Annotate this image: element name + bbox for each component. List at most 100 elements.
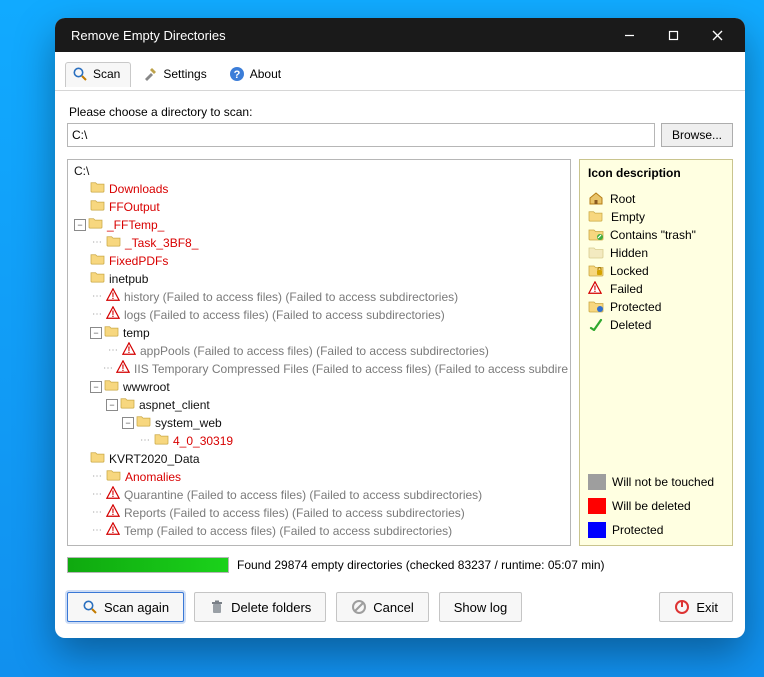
tree-row[interactable]: inetpub	[72, 270, 570, 288]
titlebar[interactable]: Remove Empty Directories	[55, 18, 745, 52]
tree-row[interactable]: − _FFTemp_	[72, 216, 570, 234]
tools-icon	[142, 66, 158, 82]
tree-label: appPools (Failed to access files) (Faile…	[140, 342, 489, 360]
tree-row[interactable]: − temp	[72, 324, 570, 342]
folder-icon	[106, 468, 123, 486]
tab-about[interactable]: ? About	[222, 62, 292, 87]
path-row: Browse...	[67, 123, 733, 147]
tree-label: FixedPDFs	[109, 252, 168, 270]
exit-icon	[674, 599, 690, 615]
tree-row[interactable]: ⋯!logs (Failed to access files) (Failed …	[72, 306, 570, 324]
tree-row[interactable]: −system_web	[72, 414, 570, 432]
fail-icon: !	[106, 504, 122, 523]
cancel-label: Cancel	[373, 600, 413, 615]
magnifier-icon	[82, 599, 98, 615]
svg-text:!: !	[128, 344, 131, 354]
legend-item-label: Protected	[610, 300, 661, 314]
tree-row[interactable]: ⋯_Task_3BF8_	[72, 234, 570, 252]
cancel-button[interactable]: Cancel	[336, 592, 428, 622]
tree-expander[interactable]: −	[74, 219, 86, 231]
fail-icon: !	[122, 342, 138, 361]
tab-settings[interactable]: Settings	[135, 62, 217, 87]
legend-item-hidden: Hidden	[588, 244, 724, 262]
color-swatch	[588, 474, 606, 490]
tree-row[interactable]: ⋯!Temp (Failed to access files) (Failed …	[72, 522, 570, 540]
tree-label: _FFTemp_	[107, 216, 164, 234]
tree-row[interactable]: ⋯4_0_30319	[72, 432, 570, 450]
tree-row[interactable]: KVRT2020_Data	[72, 450, 570, 468]
tree-label: IIS Temporary Compressed Files (Failed t…	[134, 360, 568, 378]
svg-text:!: !	[112, 488, 115, 498]
progress-bar	[67, 557, 229, 573]
tree-row[interactable]: ⋯!Quarantine (Failed to access files) (F…	[72, 486, 570, 504]
tree-row[interactable]: Downloads	[72, 180, 570, 198]
legend-item-label: Root	[610, 192, 635, 206]
trash-icon	[588, 227, 604, 244]
tree-row[interactable]: ⋯!appPools (Failed to access files) (Fai…	[72, 342, 570, 360]
tree-label: KVRT2020_Data	[109, 450, 200, 468]
tree-row[interactable]: − wwwroot	[72, 378, 570, 396]
tab-about-label: About	[250, 67, 281, 81]
browse-button[interactable]: Browse...	[661, 123, 733, 147]
status-row: Found 29874 empty directories (checked 8…	[67, 556, 733, 574]
tree-row[interactable]: FixedPDFs	[72, 252, 570, 270]
tree-row[interactable]: ⋯Anomalies	[72, 468, 570, 486]
svg-text:!: !	[112, 308, 115, 318]
folder-icon	[90, 270, 107, 288]
legend-swatch: Will not be touched	[588, 473, 724, 491]
exit-label: Exit	[696, 600, 718, 615]
window-title: Remove Empty Directories	[71, 28, 607, 43]
svg-text:!: !	[112, 290, 115, 300]
choose-label: Please choose a directory to scan:	[69, 105, 733, 119]
tree-label: wwwroot	[123, 378, 170, 396]
tree-label: logs (Failed to access files) (Failed to…	[124, 306, 445, 324]
deleted-icon	[588, 317, 604, 334]
directory-tree[interactable]: C:\DownloadsFFOutput − _FFTemp_⋯_Task_3BF8…	[67, 159, 571, 546]
delete-folders-label: Delete folders	[231, 600, 311, 615]
empty-icon	[588, 209, 605, 225]
minimize-button[interactable]	[607, 18, 651, 52]
delete-folders-button[interactable]: Delete folders	[194, 592, 326, 622]
tree-label: Reports (Failed to access files) (Failed…	[124, 504, 465, 522]
folder-icon	[88, 216, 105, 234]
legend-swatch: Will be deleted	[588, 497, 724, 515]
color-swatch	[588, 498, 606, 514]
tab-scan-label: Scan	[93, 67, 120, 81]
tree-root-row[interactable]: C:\	[72, 162, 570, 180]
folder-icon	[154, 432, 171, 450]
tab-scan[interactable]: Scan	[65, 62, 131, 87]
maximize-button[interactable]	[651, 18, 695, 52]
tree-row[interactable]: ⋯!Reports (Failed to access files) (Fail…	[72, 504, 570, 522]
path-input[interactable]	[67, 123, 655, 147]
scan-again-button[interactable]: Scan again	[67, 592, 184, 622]
tree-row[interactable]: ⋯!history (Failed to access files) (Fail…	[72, 288, 570, 306]
tree-label: Temp (Failed to access files) (Failed to…	[124, 522, 452, 540]
exit-button[interactable]: Exit	[659, 592, 733, 622]
tree-label: _Task_3BF8_	[125, 234, 198, 252]
tree-expander[interactable]: −	[106, 399, 118, 411]
tree-label: Downloads	[109, 180, 168, 198]
legend-item-label: Empty	[611, 210, 645, 224]
legend-item-label: Deleted	[610, 318, 651, 332]
tree-row[interactable]: FFOutput	[72, 198, 570, 216]
legend-item-label: Failed	[610, 282, 643, 296]
tree-expander[interactable]: −	[90, 381, 102, 393]
legend-item-trash: Contains "trash"	[588, 226, 724, 244]
svg-text:?: ?	[233, 69, 240, 81]
tree-expander[interactable]: −	[122, 417, 134, 429]
legend-swatch-label: Protected	[612, 523, 663, 537]
tree-row[interactable]: ⋯!IIS Temporary Compressed Files (Failed…	[72, 360, 570, 378]
show-log-label: Show log	[454, 600, 507, 615]
tree-row[interactable]: −aspnet_client	[72, 396, 570, 414]
tree-label: temp	[123, 324, 150, 342]
magnifier-icon	[72, 66, 88, 82]
fail-icon: !	[106, 486, 122, 505]
tree-expander[interactable]: −	[90, 327, 102, 339]
root-icon	[588, 191, 604, 208]
close-button[interactable]	[695, 18, 739, 52]
legend-item-label: Contains "trash"	[610, 228, 696, 242]
tree-label: FFOutput	[109, 198, 160, 216]
hidden-icon	[588, 245, 604, 262]
show-log-button[interactable]: Show log	[439, 592, 522, 622]
svg-text:!: !	[112, 506, 115, 516]
